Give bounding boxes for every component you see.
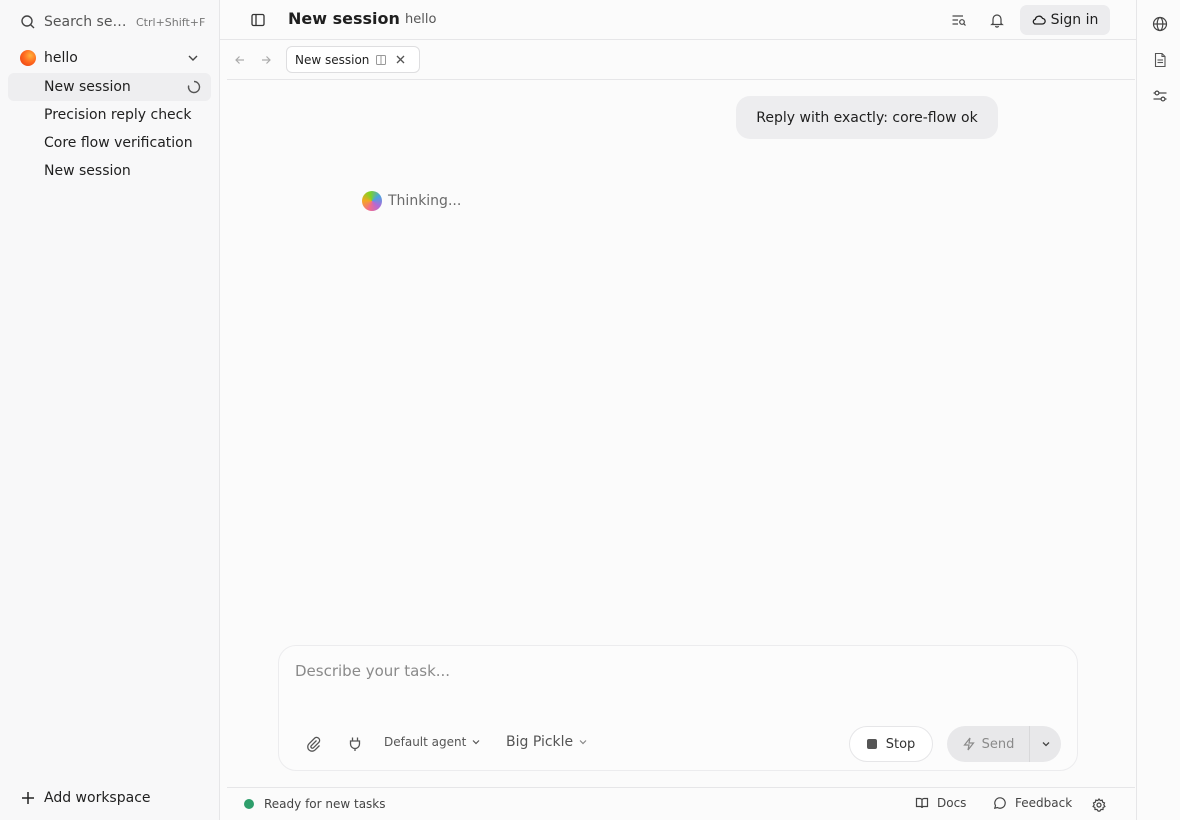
bell-icon[interactable] — [987, 10, 1007, 30]
session-label: Precision reply check — [44, 107, 192, 123]
tab-bar: New session — [227, 40, 1135, 80]
model-label: Big Pickle — [506, 734, 574, 750]
search-shortcut: Ctrl+Shift+F — [136, 15, 206, 29]
close-icon[interactable] — [395, 54, 406, 65]
sign-in-button[interactable]: Sign in — [1020, 5, 1110, 35]
docs-link[interactable]: Docs — [915, 796, 966, 810]
feedback-link[interactable]: Feedback — [993, 796, 1072, 810]
chat-bubble-icon — [993, 796, 1007, 810]
sliders-icon[interactable] — [1151, 87, 1169, 105]
bolt-icon — [962, 737, 976, 751]
thinking-indicator: Thinking... — [362, 191, 461, 211]
workspace-name: hello — [44, 50, 78, 66]
chevron-down-icon — [1040, 738, 1052, 750]
right-rail — [1136, 0, 1180, 820]
sign-in-label: Sign in — [1050, 12, 1099, 28]
workspace-avatar — [20, 50, 36, 66]
workspace-item[interactable]: hello — [8, 44, 212, 72]
page-title: New session — [288, 9, 400, 28]
forward-arrow-icon[interactable] — [258, 52, 274, 68]
user-message-text: Reply with exactly: core-flow ok — [756, 109, 978, 126]
add-workspace-button[interactable]: Add workspace — [8, 784, 212, 812]
sidebar-session-item[interactable]: New session — [8, 157, 211, 185]
paperclip-icon[interactable] — [305, 735, 323, 753]
status-indicator — [244, 799, 254, 809]
globe-icon[interactable] — [1151, 15, 1169, 33]
agent-selector[interactable]: Default agent — [384, 735, 481, 749]
plus-icon — [20, 790, 36, 806]
task-input[interactable] — [295, 660, 1055, 682]
book-icon — [915, 796, 929, 810]
tab-label: New session — [295, 52, 370, 67]
status-bar: Ready for new tasks Docs Feedback — [227, 787, 1135, 820]
stop-label: Stop — [885, 736, 916, 752]
composer: Default agent Big Pickle Stop Send — [278, 645, 1078, 771]
search-label: Search sessions — [44, 14, 130, 30]
session-label: Core flow verification — [44, 135, 193, 151]
send-button[interactable]: Send — [947, 726, 1030, 762]
page-subtitle: hello — [405, 12, 437, 27]
chevron-down-icon — [471, 737, 481, 747]
status-text: Ready for new tasks — [264, 797, 386, 811]
feedback-label: Feedback — [1015, 796, 1073, 810]
tab-new-session[interactable]: New session — [286, 46, 420, 73]
plug-icon[interactable] — [346, 735, 364, 753]
spinner-icon — [187, 80, 201, 94]
chevron-down-icon[interactable] — [186, 51, 200, 65]
agent-label: Default agent — [384, 735, 467, 749]
docs-label: Docs — [937, 796, 967, 810]
assistant-avatar — [362, 191, 382, 211]
split-view-icon[interactable] — [375, 54, 387, 66]
sidebar-session-item[interactable]: New session — [8, 73, 211, 101]
chevron-down-icon — [578, 737, 588, 747]
sidebar-toggle-icon[interactable] — [248, 10, 268, 30]
session-label: New session — [44, 79, 131, 95]
model-selector[interactable]: Big Pickle — [506, 734, 588, 750]
add-workspace-label: Add workspace — [44, 790, 151, 806]
cloud-icon — [1032, 13, 1046, 27]
file-icon[interactable] — [1151, 51, 1169, 69]
top-header: New session hello Sign in — [220, 0, 1136, 40]
send-label: Send — [981, 736, 1015, 752]
gear-icon[interactable] — [1091, 797, 1107, 813]
thinking-label: Thinking... — [388, 193, 462, 209]
sidebar-session-item[interactable]: Core flow verification — [8, 129, 211, 157]
search-sessions-button[interactable]: Search sessions Ctrl+Shift+F — [8, 8, 212, 36]
session-label: New session — [44, 163, 131, 179]
sidebar-session-item[interactable]: Precision reply check — [8, 101, 211, 129]
send-options-button[interactable] — [1030, 726, 1061, 762]
search-icon — [20, 14, 36, 30]
list-search-icon[interactable] — [949, 10, 969, 30]
back-arrow-icon[interactable] — [232, 52, 248, 68]
send-button-group: Send — [947, 726, 1061, 762]
stop-button[interactable]: Stop — [849, 726, 933, 762]
user-message-bubble: Reply with exactly: core-flow ok — [736, 96, 998, 139]
sidebar: Search sessions Ctrl+Shift+F hello New s… — [0, 0, 220, 820]
stop-icon — [866, 739, 877, 749]
